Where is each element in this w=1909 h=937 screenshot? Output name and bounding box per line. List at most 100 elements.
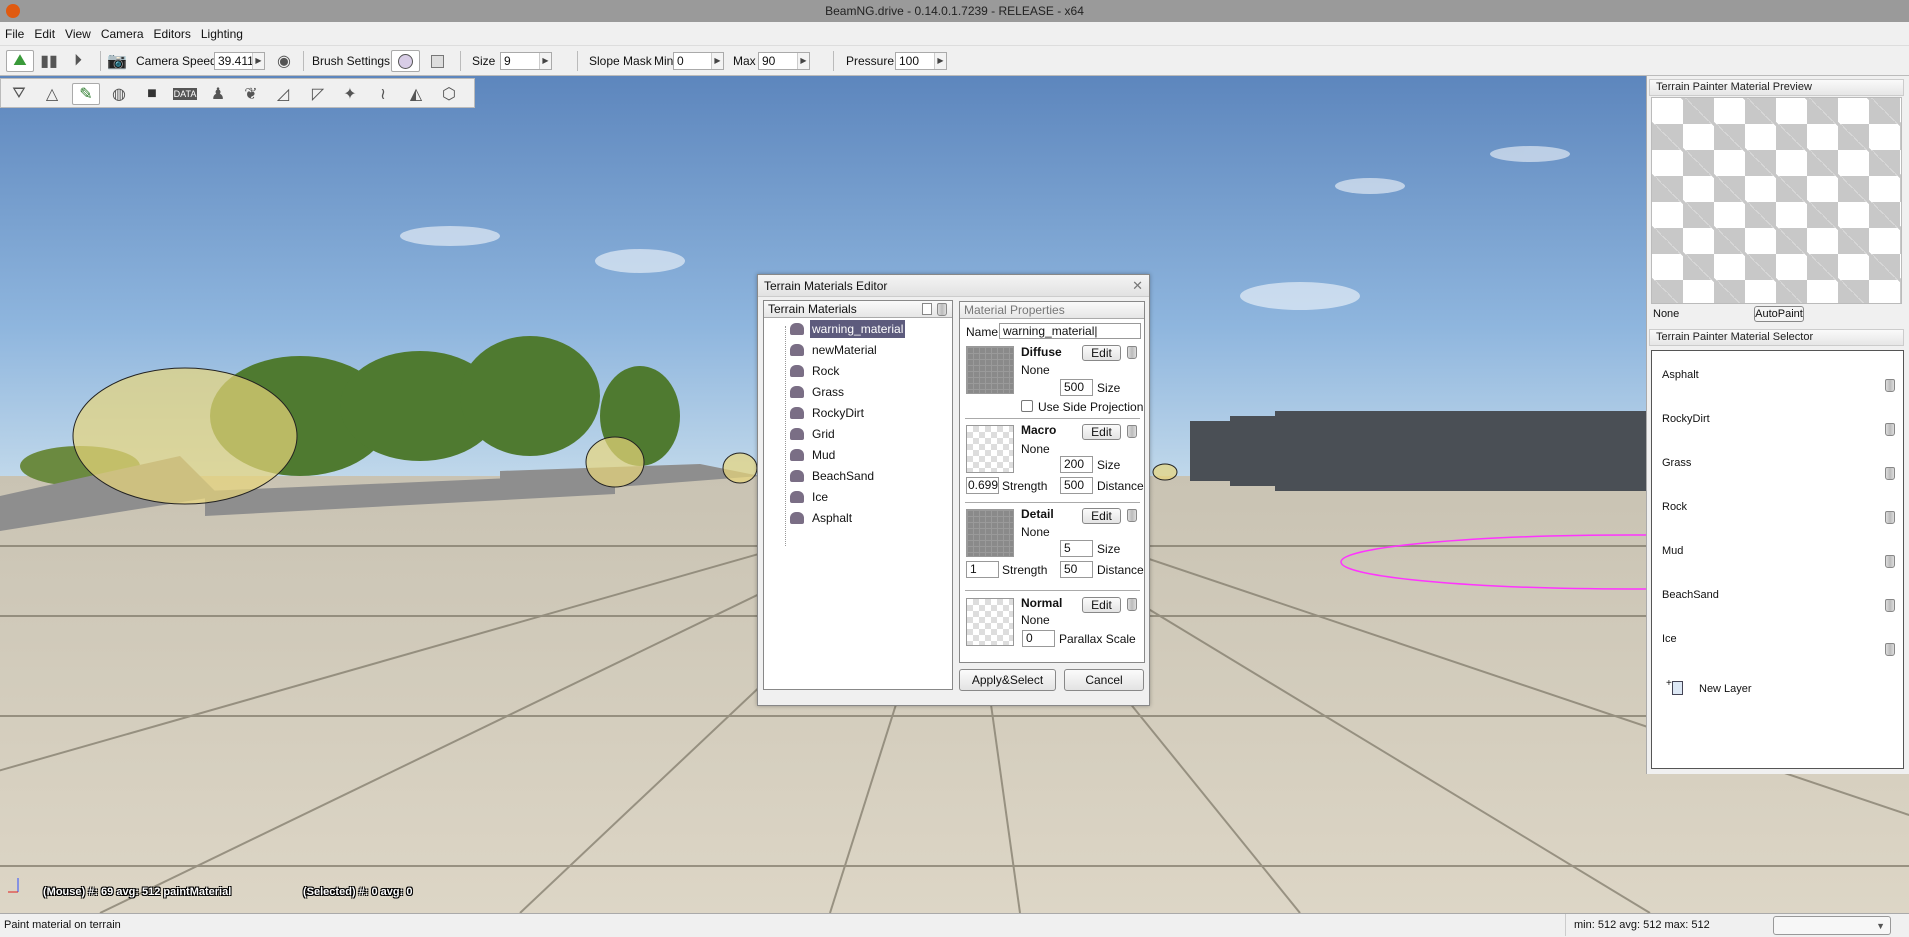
selector-item[interactable]: Grass: [1652, 457, 1903, 493]
diffuse-delete-icon[interactable]: [1127, 346, 1137, 359]
max-input[interactable]: 90 ▶: [758, 52, 810, 70]
diffuse-title: Diffuse: [1021, 345, 1062, 359]
macro-size-input[interactable]: 200: [1060, 456, 1093, 473]
decal-icon[interactable]: ≀: [371, 83, 395, 105]
diffuse-thumbnail[interactable]: [966, 346, 1014, 394]
spin-arrow-icon[interactable]: ▶: [252, 53, 264, 69]
close-icon[interactable]: ✕: [1132, 278, 1143, 294]
side-projection-checkbox[interactable]: [1021, 400, 1033, 412]
inspector-icon[interactable]: ▮▮: [37, 50, 61, 72]
selector-item-label: Grass: [1662, 457, 1692, 469]
material-name: RockyDirt: [812, 406, 865, 420]
play-icon[interactable]: ⏵: [66, 50, 90, 72]
spin-arrow-icon[interactable]: ▶: [539, 53, 551, 69]
menu-view[interactable]: View: [60, 22, 96, 46]
detail-size-input[interactable]: 5: [1060, 540, 1093, 557]
material-tree-item[interactable]: RockyDirt: [790, 404, 866, 422]
macro-distance-input[interactable]: 500: [1060, 477, 1093, 494]
pressure-input[interactable]: 100 ▶: [895, 52, 947, 70]
data-icon[interactable]: DATA: [172, 88, 198, 100]
material-tree-item[interactable]: Ice: [790, 488, 830, 506]
new-material-icon[interactable]: [922, 303, 932, 315]
material-tree-item[interactable]: Rock: [790, 362, 841, 380]
cancel-button[interactable]: Cancel: [1064, 669, 1144, 691]
autopaint-button[interactable]: AutoPaint: [1754, 306, 1804, 322]
river-icon[interactable]: ◸: [306, 83, 330, 105]
menu-file[interactable]: File: [0, 22, 29, 46]
macro-strength-input[interactable]: 0.6999: [966, 477, 999, 494]
material-tree-item[interactable]: Grid: [790, 425, 837, 443]
delete-layer-icon[interactable]: [1885, 599, 1895, 612]
selector-item[interactable]: Ice: [1652, 633, 1903, 669]
terrain-edit-icon[interactable]: ⛛: [7, 83, 31, 105]
diffuse-edit-button[interactable]: Edit: [1082, 345, 1121, 361]
normal-edit-button[interactable]: Edit: [1082, 597, 1121, 613]
mesh-road-icon[interactable]: ◭: [404, 83, 428, 105]
size-input[interactable]: 9 ▶: [500, 52, 552, 70]
world-editor-icon[interactable]: ⛰: [6, 50, 34, 72]
material-tree-item[interactable]: BeachSand: [790, 467, 876, 485]
delete-layer-icon[interactable]: [1885, 511, 1895, 524]
spin-arrow-icon[interactable]: ▶: [797, 53, 809, 69]
selector-item[interactable]: Rock: [1652, 501, 1903, 537]
size-label: Size: [472, 54, 496, 68]
spin-arrow-icon[interactable]: ▶: [934, 53, 946, 69]
pressure-label: Pressure: [846, 54, 895, 68]
selector-item[interactable]: BeachSand: [1652, 589, 1903, 625]
min-input[interactable]: 0 ▶: [673, 52, 724, 70]
name-input[interactable]: warning_material|: [999, 323, 1141, 339]
forest-icon[interactable]: ✦: [338, 83, 362, 105]
detail-edit-button[interactable]: Edit: [1082, 508, 1121, 524]
macro-strength-label: Strength: [1002, 479, 1048, 493]
name-label: Name: [966, 325, 999, 339]
material-tree-item[interactable]: warning_material: [790, 320, 906, 338]
selector-item[interactable]: RockyDirt: [1652, 413, 1903, 449]
macro-delete-icon[interactable]: [1127, 425, 1137, 438]
selector-item[interactable]: Asphalt: [1652, 369, 1903, 405]
detail-delete-icon[interactable]: [1127, 509, 1137, 522]
macro-thumbnail[interactable]: [966, 425, 1014, 473]
camera-icon[interactable]: 📷: [105, 50, 129, 72]
eye-icon[interactable]: ◉: [272, 50, 296, 72]
max-label: Max: [733, 54, 756, 68]
box-icon[interactable]: ■: [140, 83, 164, 105]
delete-layer-icon[interactable]: [1885, 467, 1895, 480]
diffuse-size-input[interactable]: 500: [1060, 379, 1093, 396]
normal-delete-icon[interactable]: [1127, 598, 1137, 611]
leaf-icon[interactable]: ❦: [239, 83, 263, 105]
normal-thumbnail[interactable]: [966, 598, 1014, 646]
delete-layer-icon[interactable]: [1885, 555, 1895, 568]
spin-arrow-icon[interactable]: ▶: [711, 53, 723, 69]
joystick-icon[interactable]: ♟: [206, 83, 230, 105]
material-tree-item[interactable]: Asphalt: [790, 509, 854, 527]
detail-thumbnail[interactable]: [966, 509, 1014, 557]
menu-camera[interactable]: Camera: [96, 22, 149, 46]
material-tree-item[interactable]: Mud: [790, 446, 837, 464]
delete-material-icon[interactable]: [937, 303, 947, 316]
detail-distance-input[interactable]: 50: [1060, 561, 1093, 578]
detail-strength-input[interactable]: 1: [966, 561, 999, 578]
camera-speed-label: Camera Speed: [136, 54, 217, 68]
menu-edit[interactable]: Edit: [29, 22, 60, 46]
terrain-paint-icon[interactable]: ✎: [72, 83, 100, 105]
brush-circle-button[interactable]: [391, 50, 420, 72]
brush-square-button[interactable]: [425, 50, 449, 72]
globe-icon[interactable]: ◍: [107, 83, 131, 105]
new-layer-label[interactable]: New Layer: [1699, 683, 1752, 695]
status-dropdown[interactable]: ▼: [1773, 916, 1891, 935]
menu-lighting[interactable]: Lighting: [196, 22, 248, 46]
camera-speed-input[interactable]: 39.411 ▶: [214, 52, 265, 70]
selector-item[interactable]: Mud: [1652, 545, 1903, 581]
apply-select-button[interactable]: Apply&Select: [959, 669, 1056, 691]
shape-icon[interactable]: ⬡: [437, 83, 461, 105]
material-tree-item[interactable]: Grass: [790, 383, 846, 401]
menu-editors[interactable]: Editors: [149, 22, 196, 46]
macro-edit-button[interactable]: Edit: [1082, 424, 1121, 440]
parallax-scale-input[interactable]: 0: [1022, 630, 1055, 647]
delete-layer-icon[interactable]: [1885, 379, 1895, 392]
delete-layer-icon[interactable]: [1885, 643, 1895, 656]
terrain-raise-icon[interactable]: △: [40, 83, 64, 105]
road-icon[interactable]: ◿: [271, 83, 295, 105]
material-tree-item[interactable]: newMaterial: [790, 341, 879, 359]
delete-layer-icon[interactable]: [1885, 423, 1895, 436]
